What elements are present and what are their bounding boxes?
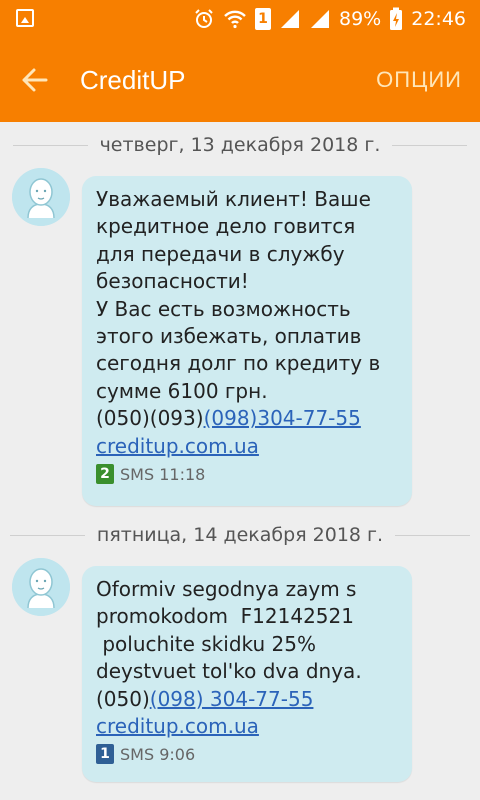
person-icon: [12, 558, 70, 616]
back-button[interactable]: [14, 62, 54, 98]
url-line: creditup.com.ua: [96, 433, 402, 460]
phone-prefix: (050)(093): [96, 406, 204, 431]
battery-percent: 89%: [339, 8, 382, 30]
clock: 22:46: [411, 8, 466, 30]
phone-line: (050)(093)(098)304-77-55: [96, 405, 402, 432]
message-text-line: У Вас есть возможность: [96, 296, 351, 321]
status-indicators: 1 89% 22:46: [193, 0, 466, 38]
message-text-line: этого избежать, оплатив: [96, 324, 362, 349]
signal-icon-sim1: [279, 8, 301, 30]
message-meta: 2 SMS 11:18: [96, 464, 402, 485]
website-link[interactable]: creditup.com.ua: [96, 434, 259, 458]
contact-avatar[interactable]: [12, 558, 70, 616]
phone-prefix: (050): [96, 686, 150, 711]
app-bar: CreditUP ОПЦИИ: [0, 38, 480, 122]
date-label: четверг, 13 декабря 2018 г.: [99, 134, 381, 156]
contact-avatar[interactable]: [12, 168, 70, 226]
message-text-line: для передачи в службу: [96, 241, 345, 266]
battery-charging-icon: [389, 7, 403, 31]
sms-timestamp: SMS 9:06: [120, 744, 196, 764]
url-line: creditup.com.ua: [96, 713, 402, 740]
back-arrow-icon: [22, 68, 48, 92]
phone-line: (050)(098) 304-77-55: [96, 686, 402, 713]
message-text-line: сумме 6100 грн.: [96, 378, 268, 403]
conversation-title: CreditUP: [80, 65, 186, 95]
message-meta: 1 SMS 9:06: [96, 744, 402, 765]
message-text-line: кредитное дело говится: [96, 214, 356, 239]
person-icon: [12, 168, 70, 226]
gallery-icon: [16, 9, 34, 27]
phone-link[interactable]: (098) 304-77-55: [150, 687, 314, 711]
sim-badge: 1: [96, 744, 114, 765]
sms-timestamp: SMS 11:18: [120, 464, 206, 484]
signal-icon-sim2: [309, 8, 331, 30]
date-separator: пятница, 14 декабря 2018 г.: [0, 520, 480, 550]
message-text-line: Уважаемый клиент! Ваше: [96, 187, 371, 211]
status-bar: 1 89% 22:46: [0, 0, 480, 38]
message-bubble[interactable]: Oformiv segodnya zaym s promokodom F1214…: [82, 566, 412, 782]
wifi-icon: [223, 9, 247, 29]
website-link[interactable]: creditup.com.ua: [96, 714, 259, 738]
message-text-line: безопасности!: [96, 269, 249, 294]
options-menu-button[interactable]: ОПЦИИ: [376, 62, 462, 98]
message-text-line: promokodom F12142521: [96, 604, 354, 629]
date-label: пятница, 14 декабря 2018 г.: [96, 524, 384, 546]
message-bubble[interactable]: Уважаемый клиент! Ваше кредитное дело го…: [82, 176, 412, 506]
sim-indicator: 1: [255, 8, 271, 30]
date-separator: четверг, 13 декабря 2018 г.: [0, 130, 480, 160]
message-text-line: deystvuet tol'ko dva dnya.: [96, 659, 362, 684]
alarm-icon: [193, 8, 215, 30]
message-text-line: Oformiv segodnya zaym s: [96, 577, 357, 601]
message-text-line: сегодня долг по кредиту в: [96, 351, 381, 376]
phone-link[interactable]: (098)304-77-55: [204, 406, 361, 430]
sim-badge: 2: [96, 464, 114, 485]
message-text-line: poluchite skidku 25%: [96, 631, 316, 656]
